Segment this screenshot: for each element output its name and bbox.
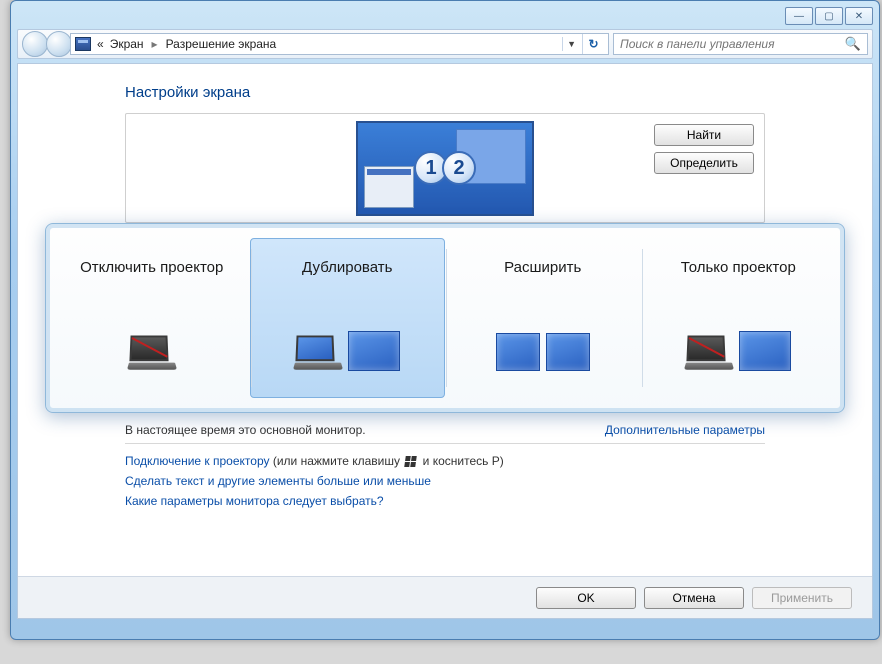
- option-disconnect-projector[interactable]: Отключить проектор: [54, 238, 250, 398]
- breadcrumb-prefix: «: [97, 37, 104, 51]
- option-label: Отключить проектор: [80, 247, 223, 287]
- control-panel-window: — ▢ ✕ « Экран ▸ Разрешение экрана ▼ ↻ 🔍 …: [10, 0, 880, 640]
- option-label: Только проектор: [681, 247, 796, 287]
- divider: [125, 443, 765, 444]
- advanced-settings-link[interactable]: Дополнительные параметры: [605, 423, 765, 437]
- disconnect-icon: [128, 301, 176, 371]
- address-bar[interactable]: « Экран ▸ Разрешение экрана ▼ ↻: [70, 33, 609, 55]
- search-box[interactable]: 🔍: [613, 33, 868, 55]
- refresh-button[interactable]: ↻: [582, 34, 604, 54]
- cancel-button[interactable]: Отмена: [644, 587, 744, 609]
- ok-button[interactable]: OK: [536, 587, 636, 609]
- dialog-button-bar: OK Отмена Применить: [18, 576, 872, 618]
- page-title: Настройки экрана: [125, 84, 765, 101]
- minimize-button[interactable]: —: [785, 7, 813, 25]
- apply-button: Применить: [752, 587, 852, 609]
- close-button[interactable]: ✕: [845, 7, 873, 25]
- text-size-link[interactable]: Сделать текст и другие элементы больше и…: [125, 474, 765, 488]
- option-label: Расширить: [504, 247, 581, 287]
- breadcrumb-resolution[interactable]: Разрешение экрана: [166, 37, 277, 51]
- duplicate-icon: [294, 301, 400, 371]
- which-settings-link[interactable]: Какие параметры монитора следует выбрать…: [125, 494, 765, 508]
- breadcrumb-screen[interactable]: Экран: [110, 37, 144, 51]
- projector-switcher-overlay: Отключить проектор Дублировать Расширить…: [45, 223, 845, 413]
- extend-icon: [496, 301, 590, 371]
- display-preview[interactable]: 1 2: [356, 121, 534, 216]
- option-duplicate[interactable]: Дублировать: [250, 238, 446, 398]
- primary-monitor-text: В настоящее время это основной монитор.: [125, 423, 366, 437]
- search-icon[interactable]: 🔍: [845, 36, 861, 52]
- connect-projector-link[interactable]: Подключение к проектору (или нажмите кла…: [125, 454, 765, 468]
- option-projector-only[interactable]: Только проектор: [641, 238, 837, 398]
- titlebar: — ▢ ✕: [17, 7, 873, 29]
- option-label: Дублировать: [302, 247, 392, 287]
- detect-button[interactable]: Определить: [654, 152, 754, 174]
- preview-dialog-icon: [364, 166, 414, 208]
- nav-back-button[interactable]: [22, 31, 48, 57]
- nav-forward-button[interactable]: [46, 31, 72, 57]
- display-preview-box: 1 2 Найти Определить: [125, 113, 765, 223]
- option-extend[interactable]: Расширить: [445, 238, 641, 398]
- monitor-2-badge: 2: [442, 151, 476, 185]
- search-input[interactable]: [620, 37, 845, 51]
- navbar: « Экран ▸ Разрешение экрана ▼ ↻ 🔍: [17, 29, 873, 59]
- display-icon: [75, 37, 91, 51]
- maximize-button[interactable]: ▢: [815, 7, 843, 25]
- find-button[interactable]: Найти: [654, 124, 754, 146]
- projector-only-icon: [685, 301, 791, 371]
- address-dropdown[interactable]: ▼: [562, 37, 580, 51]
- chevron-right-icon: ▸: [152, 37, 158, 51]
- windows-key-icon: [405, 456, 417, 468]
